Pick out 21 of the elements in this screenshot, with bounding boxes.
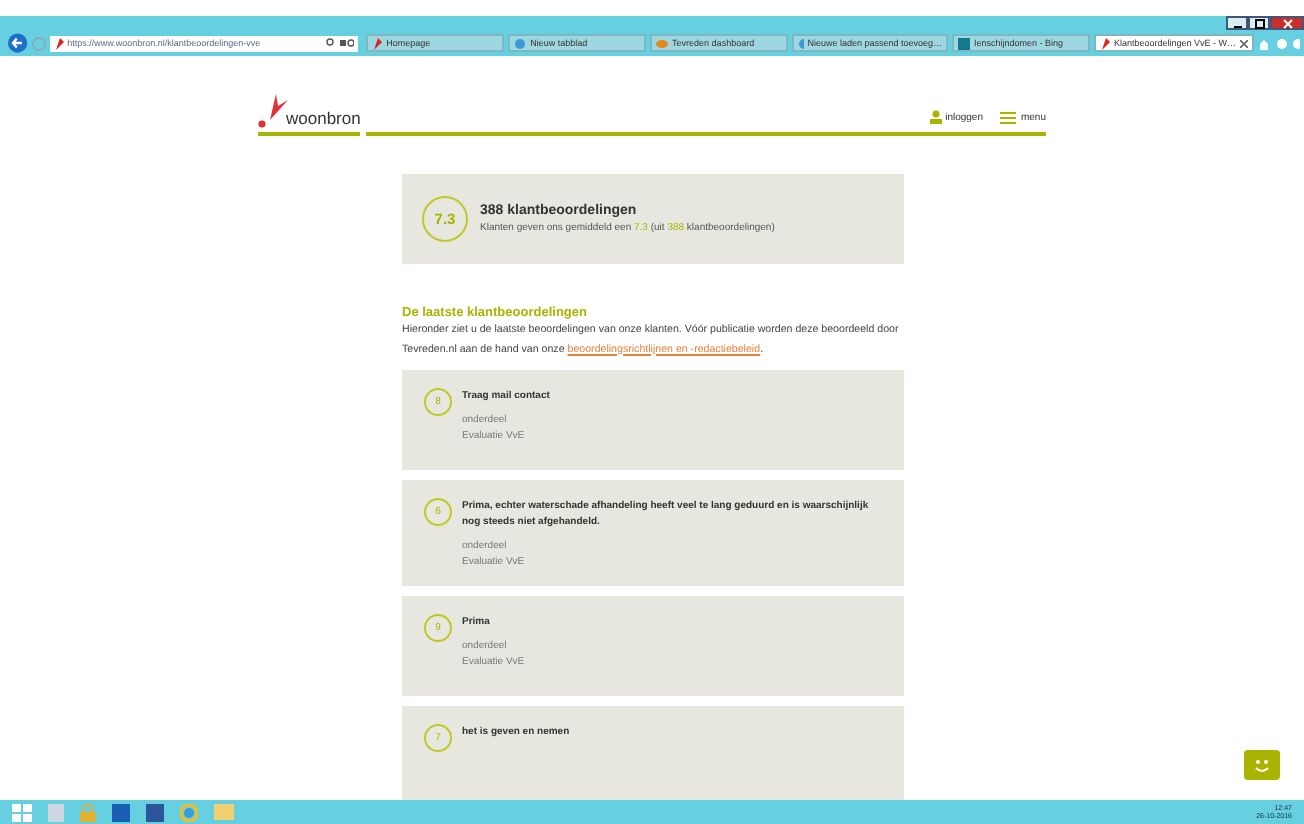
forward-button[interactable] (31, 35, 46, 51)
eye-icon (656, 37, 669, 49)
browser-icon (514, 37, 527, 49)
user-icon (929, 110, 942, 124)
maximize-button[interactable] (1248, 16, 1270, 30)
menu-icon (1000, 111, 1017, 123)
close-icon (1281, 17, 1293, 29)
browser-icon[interactable] (180, 803, 198, 821)
close-tab-icon[interactable] (1240, 39, 1249, 47)
close-button[interactable] (1270, 16, 1304, 30)
browser-icon (798, 37, 804, 49)
minimize-button[interactable] (1226, 16, 1248, 30)
site-logo[interactable]: woonbron (258, 94, 361, 130)
smiley-icon (1252, 757, 1272, 773)
restore-icon (1253, 17, 1265, 29)
site-logo-icon (372, 37, 383, 49)
start-button[interactable] (12, 803, 32, 821)
site-logo-icon (53, 37, 64, 49)
back-button[interactable] (8, 32, 28, 54)
site-logo-icon (1100, 37, 1111, 49)
chat-widget-button[interactable] (1244, 750, 1280, 780)
